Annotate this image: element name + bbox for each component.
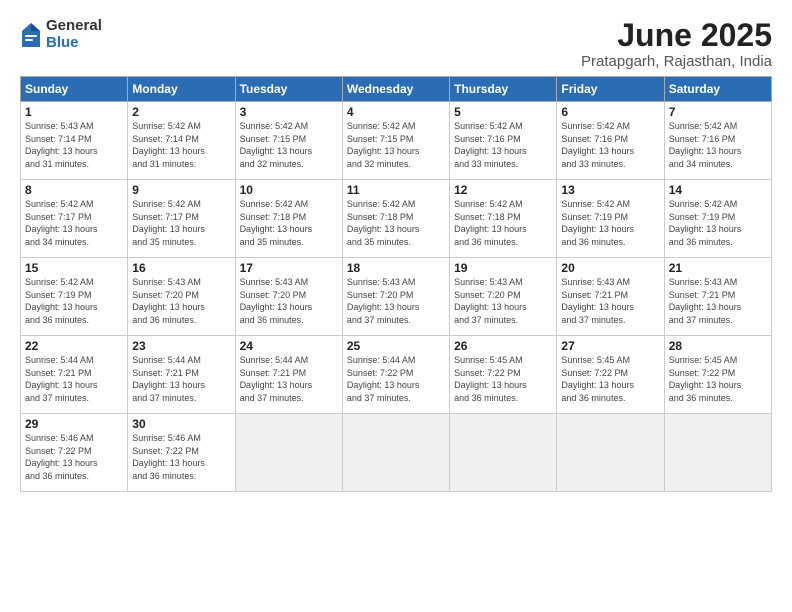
calendar-day-11: 11Sunrise: 5:42 AMSunset: 7:18 PMDayligh…: [342, 180, 449, 258]
calendar-day-7: 7Sunrise: 5:42 AMSunset: 7:16 PMDaylight…: [664, 102, 771, 180]
calendar-day-26: 26Sunrise: 5:45 AMSunset: 7:22 PMDayligh…: [450, 336, 557, 414]
weekday-header-row: Sunday Monday Tuesday Wednesday Thursday…: [21, 77, 772, 102]
calendar-day-24: 24Sunrise: 5:44 AMSunset: 7:21 PMDayligh…: [235, 336, 342, 414]
logo-general: General: [46, 18, 102, 35]
calendar-day-25: 25Sunrise: 5:44 AMSunset: 7:22 PMDayligh…: [342, 336, 449, 414]
calendar-day-27: 27Sunrise: 5:45 AMSunset: 7:22 PMDayligh…: [557, 336, 664, 414]
calendar-day-29: 29Sunrise: 5:46 AMSunset: 7:22 PMDayligh…: [21, 414, 128, 492]
calendar-day-3: 3Sunrise: 5:42 AMSunset: 7:15 PMDaylight…: [235, 102, 342, 180]
header-saturday: Saturday: [664, 77, 771, 102]
calendar-day-empty-w4c2: [235, 414, 342, 492]
header-wednesday: Wednesday: [342, 77, 449, 102]
logo-blue: Blue: [46, 35, 102, 52]
calendar-day-9: 9Sunrise: 5:42 AMSunset: 7:17 PMDaylight…: [128, 180, 235, 258]
calendar-day-10: 10Sunrise: 5:42 AMSunset: 7:18 PMDayligh…: [235, 180, 342, 258]
calendar-day-15: 15Sunrise: 5:42 AMSunset: 7:19 PMDayligh…: [21, 258, 128, 336]
logo-icon: [20, 21, 42, 49]
header-sunday: Sunday: [21, 77, 128, 102]
calendar-day-14: 14Sunrise: 5:42 AMSunset: 7:19 PMDayligh…: [664, 180, 771, 258]
month-title: June 2025: [581, 18, 772, 53]
calendar-day-20: 20Sunrise: 5:43 AMSunset: 7:21 PMDayligh…: [557, 258, 664, 336]
calendar-day-17: 17Sunrise: 5:43 AMSunset: 7:20 PMDayligh…: [235, 258, 342, 336]
calendar-day-16: 16Sunrise: 5:43 AMSunset: 7:20 PMDayligh…: [128, 258, 235, 336]
calendar-table: Sunday Monday Tuesday Wednesday Thursday…: [20, 76, 772, 492]
calendar-day-4: 4Sunrise: 5:42 AMSunset: 7:15 PMDaylight…: [342, 102, 449, 180]
calendar-day-empty-w4c6: [664, 414, 771, 492]
calendar-day-23: 23Sunrise: 5:44 AMSunset: 7:21 PMDayligh…: [128, 336, 235, 414]
calendar-day-8: 8Sunrise: 5:42 AMSunset: 7:17 PMDaylight…: [21, 180, 128, 258]
calendar-day-empty-w4c3: [342, 414, 449, 492]
calendar-day-12: 12Sunrise: 5:42 AMSunset: 7:18 PMDayligh…: [450, 180, 557, 258]
location: Pratapgarh, Rajasthan, India: [581, 53, 772, 70]
title-section: June 2025 Pratapgarh, Rajasthan, India: [581, 18, 772, 70]
header-monday: Monday: [128, 77, 235, 102]
header: General Blue June 2025 Pratapgarh, Rajas…: [20, 18, 772, 70]
logo: General Blue: [20, 18, 102, 51]
calendar-day-28: 28Sunrise: 5:45 AMSunset: 7:22 PMDayligh…: [664, 336, 771, 414]
calendar-day-5: 5Sunrise: 5:42 AMSunset: 7:16 PMDaylight…: [450, 102, 557, 180]
header-friday: Friday: [557, 77, 664, 102]
header-thursday: Thursday: [450, 77, 557, 102]
calendar-day-18: 18Sunrise: 5:43 AMSunset: 7:20 PMDayligh…: [342, 258, 449, 336]
calendar-day-30: 30Sunrise: 5:46 AMSunset: 7:22 PMDayligh…: [128, 414, 235, 492]
calendar-day-1: 1Sunrise: 5:43 AMSunset: 7:14 PMDaylight…: [21, 102, 128, 180]
calendar-day-empty-w4c5: [557, 414, 664, 492]
calendar-day-6: 6Sunrise: 5:42 AMSunset: 7:16 PMDaylight…: [557, 102, 664, 180]
header-tuesday: Tuesday: [235, 77, 342, 102]
calendar-day-22: 22Sunrise: 5:44 AMSunset: 7:21 PMDayligh…: [21, 336, 128, 414]
calendar-day-19: 19Sunrise: 5:43 AMSunset: 7:20 PMDayligh…: [450, 258, 557, 336]
logo-text: General Blue: [46, 18, 102, 51]
calendar-day-13: 13Sunrise: 5:42 AMSunset: 7:19 PMDayligh…: [557, 180, 664, 258]
calendar-day-2: 2Sunrise: 5:42 AMSunset: 7:14 PMDaylight…: [128, 102, 235, 180]
page-container: General Blue June 2025 Pratapgarh, Rajas…: [0, 0, 792, 502]
calendar-day-empty-w4c4: [450, 414, 557, 492]
calendar-day-21: 21Sunrise: 5:43 AMSunset: 7:21 PMDayligh…: [664, 258, 771, 336]
